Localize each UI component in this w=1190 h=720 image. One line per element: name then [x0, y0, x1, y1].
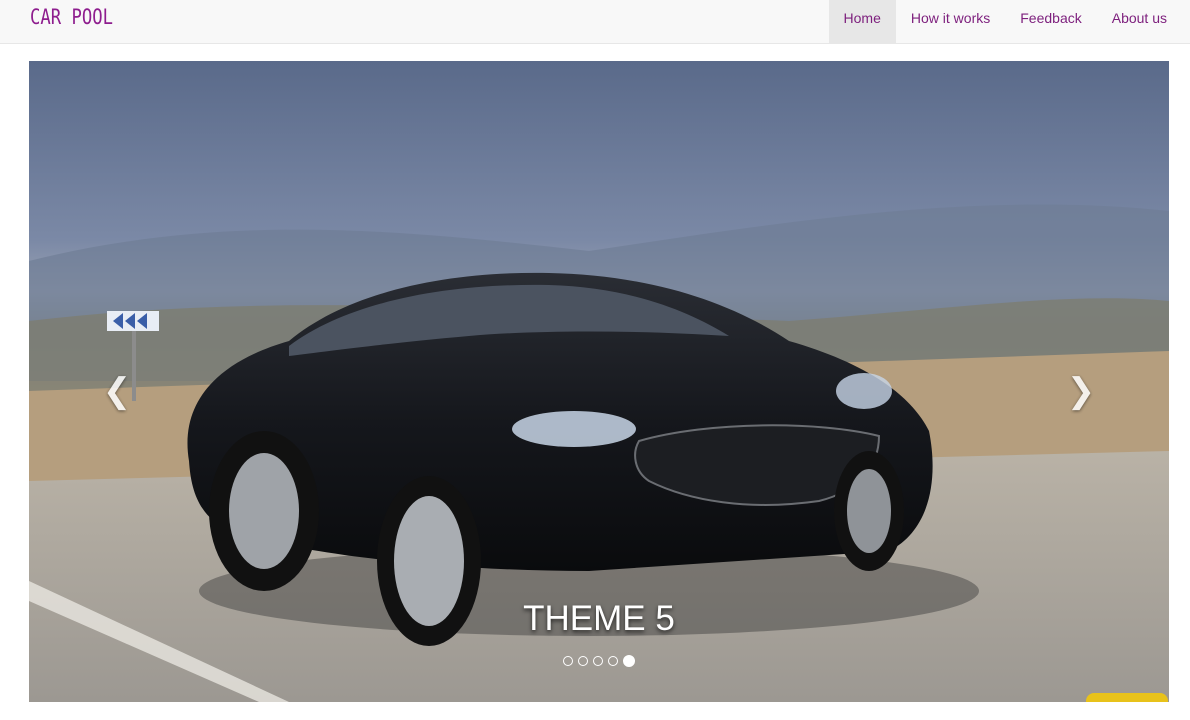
chevron-right-icon: ❯: [1066, 372, 1096, 410]
nav-link-about-us[interactable]: About us: [1097, 0, 1182, 43]
nav-link-feedback[interactable]: Feedback: [1005, 0, 1096, 43]
carousel-prev-button[interactable]: ❮: [87, 361, 147, 421]
nav-item-how-it-works: How it works: [896, 0, 1005, 43]
hero-carousel: ❮ ❯ THEME 5: [29, 61, 1169, 702]
nav-item-about-us: About us: [1097, 0, 1182, 43]
carousel-indicator-active[interactable]: [623, 655, 635, 667]
carousel-indicator[interactable]: [563, 656, 573, 666]
carousel-indicator[interactable]: [608, 656, 618, 666]
main-nav: Home How it works Feedback About us: [828, 0, 1182, 43]
nav-link-home[interactable]: Home: [828, 0, 896, 43]
carousel-next-button[interactable]: ❯: [1051, 361, 1111, 421]
slide-caption: THEME 5: [523, 599, 675, 638]
nav-item-home: Home: [828, 0, 896, 43]
carousel-indicator[interactable]: [593, 656, 603, 666]
chevron-left-icon: ❮: [102, 372, 132, 410]
carousel-indicator[interactable]: [578, 656, 588, 666]
nav-link-how-it-works[interactable]: How it works: [896, 0, 1005, 43]
carousel-indicators: [29, 655, 1169, 667]
corner-badge: [1086, 693, 1168, 702]
navbar: CAR POOL Home How it works Feedback Abou…: [0, 0, 1190, 44]
nav-item-feedback: Feedback: [1005, 0, 1096, 43]
brand-logo[interactable]: CAR POOL: [30, 5, 113, 29]
